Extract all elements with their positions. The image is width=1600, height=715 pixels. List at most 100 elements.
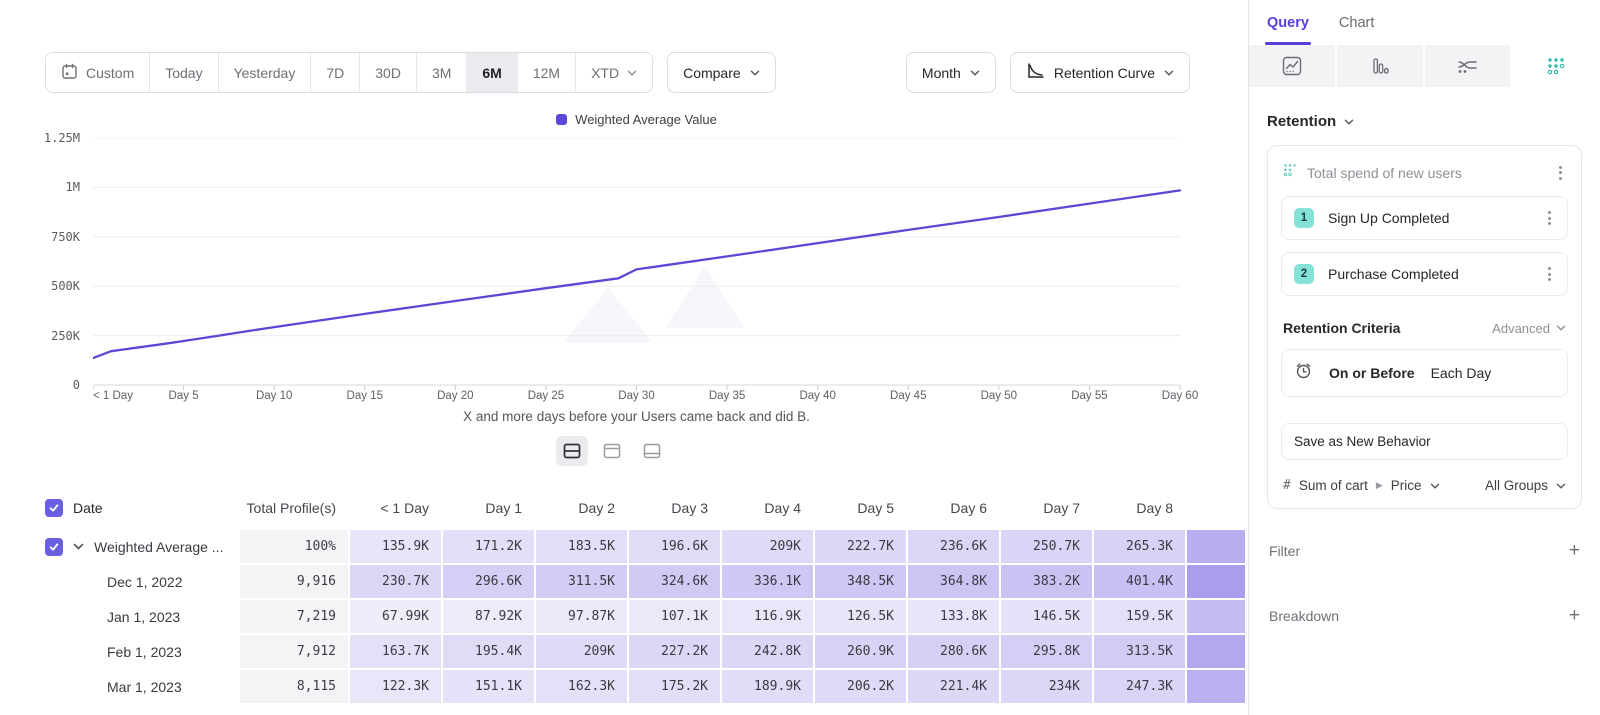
range-today[interactable]: Today [150, 53, 218, 92]
retention-value-cell[interactable]: 133.8K [908, 600, 999, 633]
range-custom[interactable]: Custom [46, 53, 150, 92]
criteria-label: Retention Criteria [1283, 320, 1400, 336]
range-6m[interactable]: 6M [467, 53, 517, 92]
range-12m[interactable]: 12M [518, 53, 576, 92]
retention-value-cell[interactable]: 364.8K [908, 565, 999, 598]
retention-value-cell[interactable]: 265.3K [1094, 530, 1185, 563]
retention-value-cell[interactable]: 247.3K [1094, 670, 1185, 703]
retention-value-cell[interactable]: 234K [1001, 670, 1092, 703]
retention-value-cell[interactable]: 401.4K [1094, 565, 1185, 598]
range-xtd[interactable]: XTD [576, 53, 652, 92]
retention-line-chart[interactable] [93, 138, 1183, 393]
retention-section-header[interactable]: Retention [1267, 113, 1582, 130]
retention-value-cell[interactable]: 151.1K [443, 670, 534, 703]
flow-chart-icon[interactable] [1425, 45, 1513, 87]
legend-swatch [556, 114, 567, 125]
retention-value-cell[interactable]: 221.4K [908, 670, 999, 703]
kebab-menu-icon[interactable] [1544, 265, 1555, 283]
layout-toggle-chart-only[interactable] [596, 436, 628, 466]
retention-value-cell[interactable]: 295.8K [1001, 635, 1092, 668]
step-number-badge: 2 [1294, 264, 1314, 284]
retention-value-cell[interactable]: 175.2K [629, 670, 720, 703]
retention-value-cell[interactable]: 296.6K [443, 565, 534, 598]
select-all-checkbox[interactable] [45, 499, 63, 517]
retention-value-cell[interactable]: 126.5K [815, 600, 906, 633]
range-3m[interactable]: 3M [417, 53, 467, 92]
chart-type-dropdown[interactable]: Retention Curve [1010, 52, 1190, 93]
kebab-menu-icon[interactable] [1544, 209, 1555, 227]
save-as-new-behavior-button[interactable]: Save as New Behavior [1281, 423, 1568, 460]
retention-value-cell[interactable]: 227.2K [629, 635, 720, 668]
retention-value-cell[interactable]: 383.2K [1001, 565, 1092, 598]
retention-value-cell[interactable]: 183.5K [536, 530, 627, 563]
behavior-title-row[interactable]: Total spend of new users [1281, 159, 1568, 184]
bar-chart-icon[interactable] [1337, 45, 1425, 87]
retention-value-cell[interactable]: 336.1K [722, 565, 813, 598]
retention-value-cell[interactable]: 250.7K [1001, 530, 1092, 563]
expand-chevron-icon[interactable] [73, 542, 84, 551]
retention-value-cell[interactable]: 97.87K [536, 600, 627, 633]
retention-value-cell[interactable]: 242.8K [722, 635, 813, 668]
compare-button[interactable]: Compare [667, 52, 776, 93]
retention-value-cell[interactable]: 324.6K [629, 565, 720, 598]
column-header-overflow [1187, 490, 1245, 526]
tab-query[interactable]: Query [1267, 0, 1309, 45]
groups-dropdown[interactable]: All Groups [1485, 478, 1548, 493]
retention-value-cell[interactable]: 313.5K [1094, 635, 1185, 668]
retention-value-cell[interactable]: 222.7K [815, 530, 906, 563]
retention-value-cell[interactable]: 196.6K [629, 530, 720, 563]
add-filter-button[interactable]: + [1569, 541, 1580, 560]
layout-toggle-table-only[interactable] [636, 436, 668, 466]
retention-value-cell[interactable]: 209K [722, 530, 813, 563]
criteria-mode-dropdown[interactable]: Advanced [1492, 321, 1566, 336]
tab-chart[interactable]: Chart [1339, 0, 1374, 45]
retention-value-cell[interactable]: 116.9K [722, 600, 813, 633]
timing-unit: Each Day [1431, 365, 1492, 381]
measure-dropdown[interactable]: Sum of cart [1299, 478, 1368, 493]
row-label[interactable]: Weighted Average ... [94, 539, 223, 555]
retention-value-cell[interactable]: 311.5K [536, 565, 627, 598]
total-profiles-cell: 7,912 [240, 635, 348, 668]
layout-toggle-chart-and-table[interactable] [556, 436, 588, 466]
retention-value-cell[interactable]: 135.9K [350, 530, 441, 563]
retention-value-cell[interactable]: 146.5K [1001, 600, 1092, 633]
retention-value-cell[interactable]: 87.92K [443, 600, 534, 633]
range-7d[interactable]: 7D [311, 53, 360, 92]
retention-value-cell[interactable]: 280.6K [908, 635, 999, 668]
retention-value-cell[interactable]: 230.7K [350, 565, 441, 598]
range-yesterday[interactable]: Yesterday [219, 53, 312, 92]
range-30d[interactable]: 30D [360, 53, 417, 92]
filter-section: Filter + [1267, 541, 1582, 560]
retention-grid-icon[interactable] [1512, 45, 1600, 87]
retention-value-cell[interactable]: 163.7K [350, 635, 441, 668]
retention-value-cell[interactable]: 348.5K [815, 565, 906, 598]
measure-property[interactable]: Price [1391, 478, 1422, 493]
retention-value-cell[interactable]: 206.2K [815, 670, 906, 703]
retention-value-cell[interactable]: 195.4K [443, 635, 534, 668]
retention-value-cell[interactable]: 159.5K [1094, 600, 1185, 633]
step-event-label: Sign Up Completed [1328, 210, 1530, 226]
x-tick-label: Day 5 [169, 390, 199, 402]
column-header-day-3: Day 3 [629, 490, 720, 526]
behavior-step-1[interactable]: 1Sign Up Completed [1281, 196, 1568, 240]
behavior-step-2[interactable]: 2Purchase Completed [1281, 252, 1568, 296]
retention-value-cell[interactable]: 260.9K [815, 635, 906, 668]
line-chart-icon[interactable] [1249, 45, 1337, 87]
timing-card[interactable]: On or Before Each Day [1281, 349, 1568, 397]
kebab-menu-icon[interactable] [1555, 164, 1566, 182]
granularity-dropdown[interactable]: Month [906, 52, 996, 93]
row-checkbox[interactable] [45, 538, 63, 556]
retention-value-cell[interactable]: 189.9K [722, 670, 813, 703]
retention-value-cell[interactable]: 171.2K [443, 530, 534, 563]
row-label: Jan 1, 2023 [107, 609, 180, 625]
retention-value-cell[interactable]: 209K [536, 635, 627, 668]
retention-value-cell[interactable]: 162.3K [536, 670, 627, 703]
retention-value-cell[interactable]: 107.1K [629, 600, 720, 633]
alarm-clock-icon [1294, 361, 1313, 385]
y-tick-label: 500K [51, 279, 80, 293]
retention-value-cell[interactable]: 67.99K [350, 600, 441, 633]
column-header--1-day: < 1 Day [350, 490, 441, 526]
retention-value-cell[interactable]: 122.3K [350, 670, 441, 703]
add-breakdown-button[interactable]: + [1569, 606, 1580, 625]
retention-value-cell[interactable]: 236.6K [908, 530, 999, 563]
